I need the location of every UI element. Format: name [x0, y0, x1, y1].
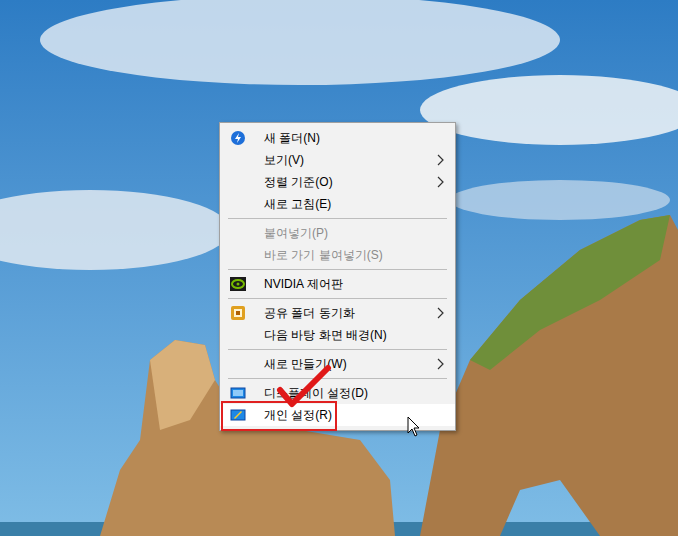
personalize-icon — [230, 407, 246, 423]
menu-item[interactable]: 개인 설정(R) — [220, 404, 455, 426]
menu-item[interactable]: 새로 만들기(W) — [220, 353, 455, 375]
menu-item[interactable]: NVIDIA 제어판 — [220, 273, 455, 295]
menu-separator — [220, 375, 455, 382]
menu-item[interactable]: 다음 바탕 화면 배경(N) — [220, 324, 455, 346]
new-folder-icon — [230, 130, 246, 146]
nvidia-icon — [230, 276, 246, 292]
menu-separator — [220, 215, 455, 222]
menu-item[interactable]: 붙여넣기(P) — [220, 222, 455, 244]
menu-item[interactable]: 새 폴더(N) — [220, 127, 455, 149]
menu-separator — [220, 346, 455, 353]
check-mark-icon — [276, 364, 332, 408]
menu-item[interactable]: 공유 폴더 동기화 — [220, 302, 455, 324]
menu-item[interactable]: 새로 고침(E) — [220, 193, 455, 215]
mouse-cursor-icon — [407, 416, 421, 438]
menu-item[interactable]: 디스플레이 설정(D) — [220, 382, 455, 404]
highlight-box — [221, 401, 337, 431]
desktop: 새 폴더(N)보기(V)정렬 기준(O)새로 고침(E) 붙여넣기(P)바로 가기… — [0, 0, 678, 536]
menu-item[interactable]: 보기(V) — [220, 149, 455, 171]
chevron-right-icon — [437, 307, 445, 319]
display-icon — [230, 385, 246, 401]
menu-item[interactable]: 바로 가기 붙여넣기(S) — [220, 244, 455, 266]
menu-item[interactable]: 정렬 기준(O) — [220, 171, 455, 193]
sync-icon — [230, 305, 246, 321]
chevron-right-icon — [437, 358, 445, 370]
context-menu: 새 폴더(N)보기(V)정렬 기준(O)새로 고침(E) 붙여넣기(P)바로 가기… — [219, 122, 456, 431]
chevron-right-icon — [437, 176, 445, 188]
menu-separator — [220, 266, 455, 273]
chevron-right-icon — [437, 154, 445, 166]
menu-separator — [220, 295, 455, 302]
